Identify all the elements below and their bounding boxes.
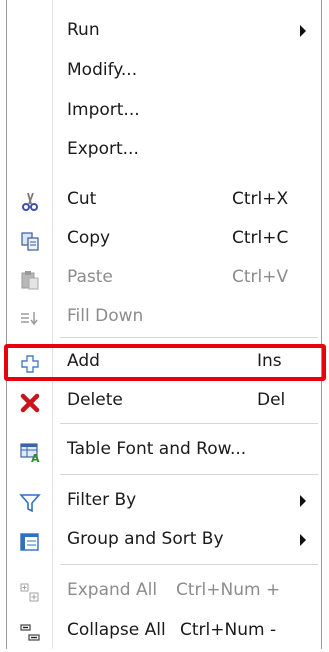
menu-separator (60, 474, 318, 475)
menu-item-delete[interactable]: Delete Del (7, 382, 321, 422)
menu-item-run[interactable]: Run (7, 12, 321, 52)
menu-item-paste[interactable]: Paste Ctrl+V (7, 259, 321, 299)
menu-item-add[interactable]: Add Ins (7, 343, 321, 383)
submenu-arrow-icon (300, 495, 306, 507)
menu-item-collapse-all[interactable]: Collapse All Ctrl+Num - (7, 612, 321, 652)
menu-item-label: Delete (67, 390, 123, 410)
paste-icon (19, 269, 41, 291)
menu-item-label: Run (67, 20, 100, 40)
group-sort-icon (19, 531, 41, 553)
scissors-icon (19, 191, 41, 213)
menu-separator (60, 423, 318, 424)
menu-item-label: Import... (67, 100, 140, 120)
delete-icon (19, 392, 41, 414)
context-menu: Run Modify... Import... Export... Cut Ct… (0, 0, 329, 649)
menu-item-label: Cut (67, 189, 97, 209)
menu-item-label: Export... (67, 139, 139, 159)
menu-item-copy[interactable]: Copy Ctrl+C (7, 220, 321, 260)
menu-item-label: Group and Sort By (67, 529, 224, 549)
submenu-arrow-icon (300, 534, 306, 546)
menu-item-expand-all[interactable]: Expand All Ctrl+Num + (7, 572, 321, 612)
menu-item-label: Paste (67, 267, 113, 287)
menu-item-modify[interactable]: Modify... (7, 52, 321, 92)
menu-item-label: Expand All (67, 580, 158, 600)
menu-item-label: Filter By (67, 490, 137, 510)
shortcut-text: Ctrl+X (232, 189, 289, 209)
fill-down-icon (19, 308, 41, 330)
table-font-icon: A (19, 441, 41, 465)
menu-item-label: Add (67, 351, 100, 371)
shortcut-text: Del (257, 390, 286, 410)
add-icon (19, 353, 41, 375)
filter-icon (19, 492, 41, 514)
menu-item-export[interactable]: Export... (7, 131, 321, 171)
menu-item-label: Copy (67, 228, 111, 248)
menu-item-label: Modify... (67, 60, 138, 80)
collapse-all-icon (19, 622, 41, 644)
menu-item-filter-by[interactable]: Filter By (7, 482, 321, 522)
shortcut-text: Ctrl+C (232, 228, 289, 248)
menu-item-import[interactable]: Import... (7, 92, 321, 132)
svg-text:A: A (31, 452, 40, 463)
menu-separator (60, 564, 318, 565)
shortcut-text: Ctrl+Num + (176, 580, 281, 600)
menu-item-label: Collapse All (67, 620, 166, 640)
copy-icon (19, 230, 41, 252)
menu-item-table-font-and-row[interactable]: A Table Font and Row... (7, 431, 321, 471)
menu-item-cut[interactable]: Cut Ctrl+X (7, 181, 321, 221)
expand-all-icon (19, 582, 41, 604)
shortcut-text: Ctrl+V (232, 267, 289, 287)
menu-item-label: Table Font and Row... (67, 439, 247, 459)
menu-item-label: Fill Down (67, 306, 144, 326)
menu-separator (60, 337, 318, 338)
submenu-arrow-icon (300, 25, 306, 37)
shortcut-text: Ins (257, 351, 282, 371)
menu-item-group-and-sort-by[interactable]: Group and Sort By (7, 521, 321, 561)
shortcut-text: Ctrl+Num - (180, 620, 277, 640)
menu-item-fill-down[interactable]: Fill Down (7, 298, 321, 338)
